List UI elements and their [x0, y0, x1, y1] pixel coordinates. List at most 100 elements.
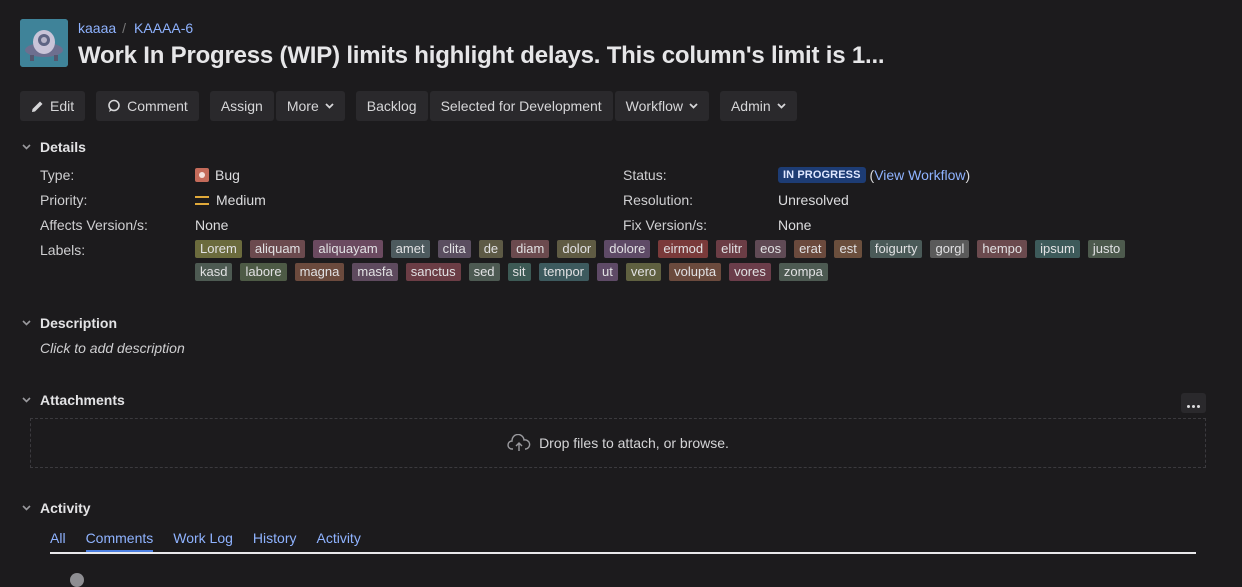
activity-heading: Activity	[40, 500, 91, 516]
selected-for-development-button[interactable]: Selected for Development	[429, 91, 613, 121]
label-tag[interactable]: clita	[437, 240, 471, 258]
more-label: More	[286, 98, 319, 114]
tab-activity[interactable]: Activity	[316, 528, 360, 552]
pencil-icon	[31, 100, 44, 113]
breadcrumb-separator: /	[122, 20, 127, 36]
label-tag[interactable]: foigurty	[869, 240, 923, 258]
avatar	[70, 573, 84, 587]
label-tag[interactable]: hempo	[977, 240, 1028, 258]
status-label: Status:	[623, 167, 667, 183]
description-placeholder[interactable]: Click to add description	[40, 340, 185, 356]
label-tag[interactable]: zompa	[778, 263, 828, 281]
chevron-down-icon	[689, 103, 698, 109]
bug-icon	[195, 168, 209, 182]
resolution-value: Unresolved	[778, 192, 849, 208]
selected-label: Selected for Development	[440, 98, 602, 114]
priority-medium-icon	[195, 195, 209, 205]
label-tag[interactable]: elitr	[716, 240, 748, 258]
workflow-button[interactable]: Workflow	[614, 91, 709, 121]
tab-comments[interactable]: Comments	[85, 528, 154, 552]
attachments-heading: Attachments	[40, 392, 125, 408]
label-tag[interactable]: dolor	[557, 240, 597, 258]
priority-label: Priority:	[40, 192, 88, 208]
project-avatar-icon	[20, 19, 68, 67]
project-avatar[interactable]	[20, 19, 68, 67]
comment-icon	[107, 99, 121, 113]
dropzone-text: Drop files to attach, or browse.	[539, 435, 729, 451]
label-tag[interactable]: diam	[511, 240, 550, 258]
label-tag[interactable]: est	[834, 240, 862, 258]
labels-list: Lorem aliquam aliquayam amet clita de diam dolo…	[195, 240, 1170, 286]
backlog-label: Backlog	[366, 98, 417, 114]
tab-all[interactable]: All	[50, 528, 66, 552]
attachments-more-button[interactable]	[1181, 393, 1206, 413]
priority-value-text: Medium	[216, 192, 266, 208]
affects-version-label: Affects Version/s:	[40, 217, 148, 233]
cloud-upload-icon	[507, 434, 531, 452]
type-value-text: Bug	[215, 167, 240, 183]
paren-close: )	[965, 167, 971, 183]
type-value: Bug	[195, 167, 240, 183]
assign-button[interactable]: Assign	[209, 91, 274, 121]
label-tag[interactable]: kasd	[195, 263, 233, 281]
label-tag[interactable]: Lorem	[195, 240, 242, 258]
chevron-down-icon	[22, 397, 32, 403]
breadcrumb-project[interactable]: kaaaa	[78, 20, 116, 36]
label-tag[interactable]: sed	[468, 263, 500, 281]
label-tag[interactable]: aliquam	[249, 240, 306, 258]
description-heading: Description	[40, 315, 118, 331]
label-tag[interactable]: ut	[597, 263, 618, 281]
label-tag[interactable]: vero	[625, 263, 662, 281]
label-tag[interactable]: ipsum	[1035, 240, 1080, 258]
edit-button[interactable]: Edit	[20, 91, 86, 121]
status-badge: IN PROGRESS	[778, 167, 866, 183]
activity-tabs: All Comments Work Log History Activity	[50, 528, 1196, 554]
label-tag[interactable]: justo	[1087, 240, 1126, 258]
assign-label: Assign	[220, 98, 263, 114]
label-tag[interactable]: aliquayam	[313, 240, 383, 258]
labels-label: Labels:	[40, 242, 86, 258]
attachments-section-header[interactable]: Attachments	[22, 392, 125, 408]
label-tag[interactable]: eirmod	[658, 240, 709, 258]
details-section-header[interactable]: Details	[22, 139, 86, 155]
label-tag[interactable]: eos	[755, 240, 787, 258]
label-tag[interactable]: vores	[729, 263, 771, 281]
breadcrumb: kaaaa / KAAAA-6	[78, 20, 193, 36]
workflow-label: Workflow	[625, 98, 683, 114]
fix-version-value: None	[778, 217, 812, 233]
activity-section-header[interactable]: Activity	[22, 500, 91, 516]
affects-version-value: None	[195, 217, 229, 233]
attachment-dropzone[interactable]: Drop files to attach, or browse.	[30, 418, 1206, 468]
backlog-button[interactable]: Backlog	[355, 91, 428, 121]
status-value: IN PROGRESS ( View Workflow )	[778, 167, 970, 183]
admin-label: Admin	[730, 98, 771, 114]
label-tag[interactable]: erat	[794, 240, 827, 258]
description-section-header[interactable]: Description	[22, 315, 117, 331]
label-tag[interactable]: tempor	[538, 263, 590, 281]
label-tag[interactable]: labore	[240, 263, 287, 281]
label-tag[interactable]: sit	[507, 263, 531, 281]
label-tag[interactable]: gorgl	[930, 240, 970, 258]
tab-work-log[interactable]: Work Log	[173, 528, 233, 552]
label-tag[interactable]: dolore	[604, 240, 651, 258]
issue-title[interactable]: Work In Progress (WIP) limits highlight …	[78, 42, 885, 70]
view-workflow-link[interactable]: View Workflow	[874, 167, 965, 183]
resolution-label: Resolution:	[623, 192, 694, 208]
comment-label: Comment	[127, 98, 188, 114]
label-tag[interactable]: volupta	[669, 263, 722, 281]
label-tag[interactable]: amet	[390, 240, 430, 258]
chevron-down-icon	[325, 103, 334, 109]
details-heading: Details	[40, 139, 86, 155]
label-tag[interactable]: de	[478, 240, 504, 258]
issue-toolbar: Edit Comment Assign More Backlog Selecte…	[20, 91, 808, 121]
admin-button[interactable]: Admin	[719, 91, 797, 121]
more-button[interactable]: More	[275, 91, 345, 121]
chevron-down-icon	[22, 144, 32, 150]
breadcrumb-issue-key[interactable]: KAAAA-6	[134, 20, 193, 36]
fix-version-label: Fix Version/s:	[623, 217, 708, 233]
tab-history[interactable]: History	[253, 528, 297, 552]
label-tag[interactable]: sanctus	[405, 263, 461, 281]
label-tag[interactable]: masfa	[352, 263, 398, 281]
comment-button[interactable]: Comment	[96, 91, 199, 121]
label-tag[interactable]: magna	[294, 263, 345, 281]
